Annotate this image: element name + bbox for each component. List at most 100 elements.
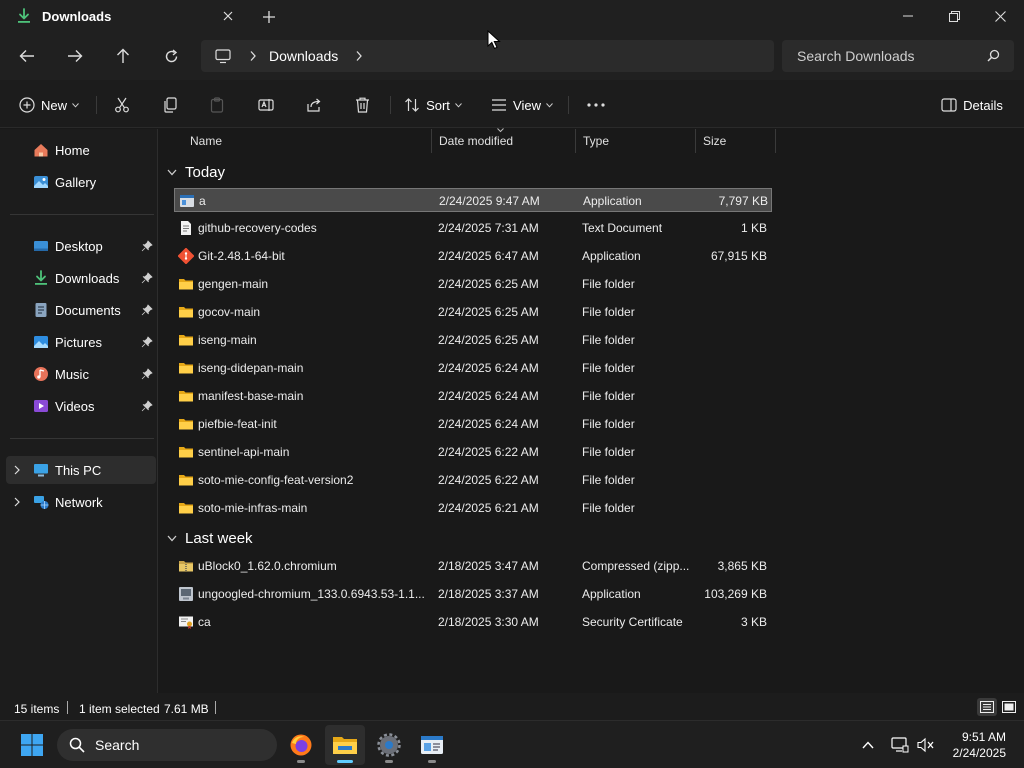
file-date: 2/24/2025 6:24 AM bbox=[438, 417, 539, 431]
group-header[interactable]: Today bbox=[167, 161, 225, 183]
file-size: 103,269 KB bbox=[704, 587, 767, 601]
view-label: View bbox=[513, 97, 541, 113]
start-button[interactable] bbox=[12, 725, 52, 765]
show-hidden-icons-button[interactable] bbox=[858, 735, 878, 755]
taskbar-search-label: Search bbox=[95, 737, 140, 753]
pin-icon[interactable] bbox=[141, 400, 153, 412]
sidebar-item-home[interactable]: Home bbox=[6, 136, 156, 164]
volume-muted-icon bbox=[917, 737, 934, 753]
group-header[interactable]: Last week bbox=[167, 527, 253, 549]
sort-label: Sort bbox=[426, 97, 450, 113]
file-row[interactable]: ungoogled-chromium_133.0.6943.53-1.1... 2… bbox=[174, 582, 772, 606]
running-indicator bbox=[337, 760, 353, 763]
sidebar-item-desktop[interactable]: Desktop bbox=[6, 232, 156, 260]
delete-button[interactable] bbox=[348, 90, 376, 120]
file-date: 2/24/2025 6:25 AM bbox=[438, 277, 539, 291]
minimize-button[interactable] bbox=[885, 0, 931, 32]
search-input[interactable]: Search Downloads bbox=[782, 40, 1014, 72]
chevron-right-icon[interactable] bbox=[11, 464, 23, 476]
pin-icon[interactable] bbox=[141, 336, 153, 348]
refresh-button[interactable] bbox=[156, 42, 186, 70]
file-row[interactable]: Git-2.48.1-64-bit 2/24/2025 6:47 AM Applic… bbox=[174, 244, 772, 268]
navigation-pane: Home Gallery Desktop Downloads Documents… bbox=[0, 129, 158, 693]
tiles-view-button[interactable] bbox=[999, 698, 1019, 716]
details-view-button[interactable] bbox=[977, 698, 997, 716]
sidebar-item-videos[interactable]: Videos bbox=[6, 392, 156, 420]
pin-icon[interactable] bbox=[141, 368, 153, 380]
file-row[interactable]: manifest-base-main 2/24/2025 6:24 AM File … bbox=[174, 384, 772, 408]
file-row[interactable]: uBlock0_1.62.0.chromium 2/18/2025 3:47 AM… bbox=[174, 554, 772, 578]
zip-icon bbox=[178, 558, 194, 574]
column-header-name[interactable]: Name bbox=[183, 129, 432, 153]
new-label: New bbox=[40, 97, 67, 113]
new-button[interactable]: New bbox=[14, 90, 84, 120]
search-placeholder: Search Downloads bbox=[797, 48, 915, 64]
sidebar-item-this-pc[interactable]: This PC bbox=[6, 456, 156, 484]
close-icon bbox=[223, 11, 233, 21]
command-bar: New Sort View Details bbox=[0, 80, 1024, 128]
new-tab-button[interactable] bbox=[258, 6, 280, 28]
network-monitor-icon bbox=[891, 737, 909, 753]
pin-icon[interactable] bbox=[141, 304, 153, 316]
tiles-view-icon bbox=[1002, 701, 1016, 713]
chevron-right-icon[interactable] bbox=[11, 496, 23, 508]
forward-button[interactable] bbox=[60, 42, 90, 70]
pin-icon[interactable] bbox=[141, 272, 153, 284]
sidebar-item-network[interactable]: Network bbox=[6, 488, 156, 516]
file-row[interactable]: piefbie-feat-init 2/24/2025 6:24 AM File f… bbox=[174, 412, 772, 436]
file-row[interactable]: a 2/24/2025 9:47 AM Application 7,797 KB bbox=[174, 188, 772, 212]
file-row[interactable]: iseng-didepan-main 2/24/2025 6:24 AM File … bbox=[174, 356, 772, 380]
file-row[interactable]: soto-mie-infras-main 2/24/2025 6:21 AM Fil… bbox=[174, 496, 772, 520]
taskbar-search[interactable]: Search bbox=[57, 729, 277, 761]
column-header-type[interactable]: Type bbox=[576, 129, 696, 153]
file-row[interactable]: sentinel-api-main 2/24/2025 6:22 AM File f… bbox=[174, 440, 772, 464]
column-header-size[interactable]: Size bbox=[696, 129, 776, 153]
breadcrumb-downloads[interactable]: Downloads bbox=[269, 48, 338, 64]
file-row[interactable]: iseng-main 2/24/2025 6:25 AM File folder bbox=[174, 328, 772, 352]
clock-date: 2/24/2025 bbox=[952, 746, 1006, 760]
file-row[interactable]: ca 2/18/2025 3:30 AM Security Certificate 3… bbox=[174, 610, 772, 634]
file-name: manifest-base-main bbox=[198, 389, 304, 403]
pin-icon[interactable] bbox=[141, 240, 153, 252]
chevron-down-icon[interactable] bbox=[167, 169, 177, 176]
tab-title: Downloads bbox=[42, 8, 112, 24]
sidebar-item-music[interactable]: Music bbox=[6, 360, 156, 388]
restore-button[interactable] bbox=[931, 0, 977, 32]
details-button[interactable]: Details bbox=[936, 90, 1008, 120]
copy-button[interactable] bbox=[156, 90, 184, 120]
share-button[interactable] bbox=[300, 90, 328, 120]
sidebar-item-gallery[interactable]: Gallery bbox=[6, 168, 156, 196]
system-clock[interactable]: 9:51 AM 2/24/2025 bbox=[953, 729, 1006, 761]
cut-button[interactable] bbox=[108, 90, 136, 120]
file-row[interactable]: soto-mie-config-feat-version2 2/24/2025 6… bbox=[174, 468, 772, 492]
tab-downloads[interactable]: Downloads bbox=[4, 0, 244, 32]
more-options-button[interactable] bbox=[580, 90, 612, 120]
file-date: 2/24/2025 6:21 AM bbox=[438, 501, 539, 515]
column-header-date[interactable]: Date modified bbox=[432, 128, 576, 153]
chevron-right-icon[interactable] bbox=[355, 50, 363, 62]
sidebar-item-label: Music bbox=[55, 367, 89, 382]
sidebar-item-pictures[interactable]: Pictures bbox=[6, 328, 156, 356]
sidebar-item-documents[interactable]: Documents bbox=[6, 296, 156, 324]
taskbar-app-window[interactable] bbox=[412, 725, 452, 765]
taskbar-app-file-explorer[interactable] bbox=[325, 725, 365, 765]
chevron-right-icon[interactable] bbox=[249, 50, 257, 62]
taskbar-app-settings[interactable] bbox=[369, 725, 409, 765]
tab-close-button[interactable] bbox=[218, 6, 238, 26]
sidebar-item-downloads[interactable]: Downloads bbox=[6, 264, 156, 292]
file-date: 2/24/2025 6:25 AM bbox=[438, 333, 539, 347]
chevron-down-icon[interactable] bbox=[167, 535, 177, 542]
file-row[interactable]: gengen-main 2/24/2025 6:25 AM File folder bbox=[174, 272, 772, 296]
sort-button[interactable]: Sort bbox=[402, 90, 464, 120]
back-button[interactable] bbox=[12, 42, 42, 70]
taskbar-app-firefox[interactable] bbox=[281, 725, 321, 765]
view-button[interactable]: View bbox=[488, 90, 556, 120]
rename-button[interactable] bbox=[252, 90, 280, 120]
up-button[interactable] bbox=[108, 42, 138, 70]
volume-button[interactable] bbox=[916, 735, 936, 755]
paste-button[interactable] bbox=[203, 90, 231, 120]
network-status-button[interactable] bbox=[890, 735, 910, 755]
file-row[interactable]: gocov-main 2/24/2025 6:25 AM File folder bbox=[174, 300, 772, 324]
file-row[interactable]: github-recovery-codes 2/24/2025 7:31 AM Te… bbox=[174, 216, 772, 240]
close-window-button[interactable] bbox=[977, 0, 1023, 32]
